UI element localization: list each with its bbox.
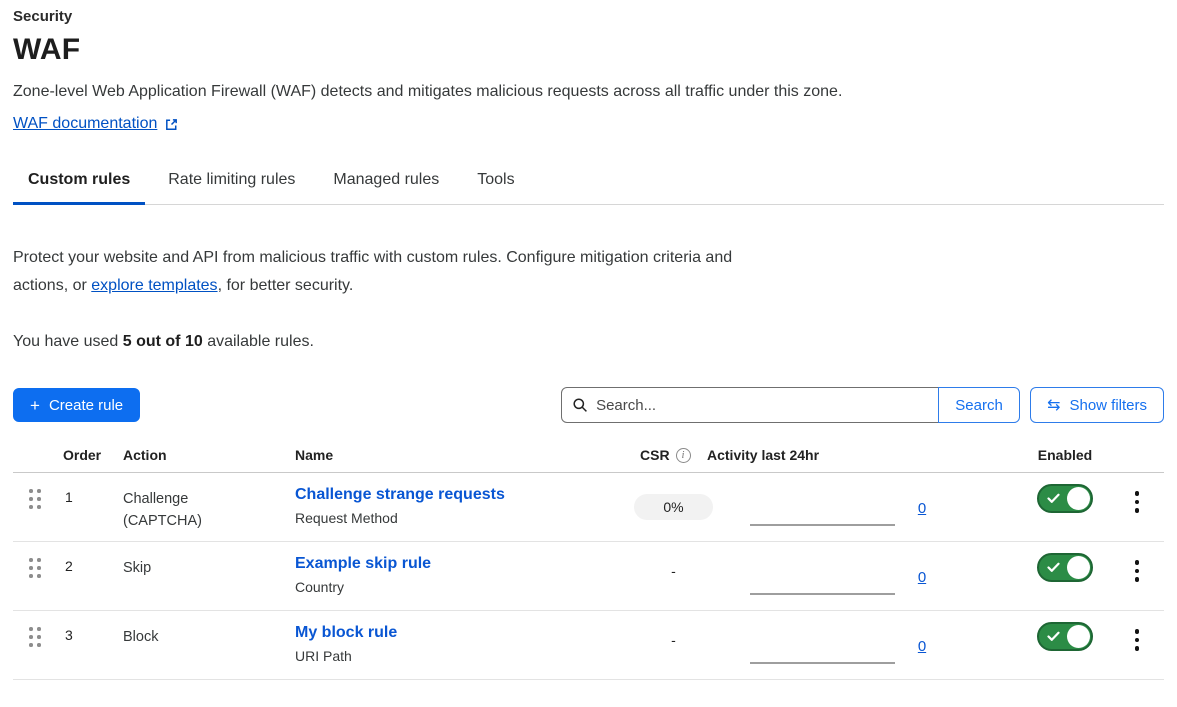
rule-order: 1 [63, 473, 123, 541]
plus-icon: + [30, 397, 40, 414]
rule-row: 1 Challenge (CAPTCHA) Challenge strange … [13, 473, 1164, 542]
external-link-icon [164, 117, 179, 132]
toggle-knob [1067, 625, 1090, 648]
kebab-icon [1135, 560, 1140, 565]
breadcrumb-security: Security [13, 8, 1164, 25]
rule-row: 3 Block My block rule URI Path - 0 [13, 611, 1164, 680]
column-header-action: Action [123, 447, 295, 463]
search-input[interactable] [596, 397, 928, 414]
tab-bar: Custom rules Rate limiting rules Managed… [13, 163, 1164, 205]
activity-count-link[interactable]: 0 [918, 638, 926, 655]
rule-action: Skip [123, 542, 233, 610]
page-title: WAF [13, 33, 1164, 67]
check-icon [1047, 493, 1060, 504]
custom-rules-intro: Protect your website and API from malici… [13, 244, 755, 300]
rule-field: Country [295, 579, 625, 595]
info-icon[interactable]: i [676, 448, 691, 463]
row-actions-button[interactable] [1129, 556, 1146, 610]
toggle-knob [1067, 487, 1090, 510]
waf-documentation-link[interactable]: WAF documentation [13, 115, 157, 133]
row-actions-button[interactable] [1129, 487, 1146, 541]
activity-sparkline [750, 524, 895, 526]
kebab-icon [1135, 491, 1140, 496]
row-actions-button[interactable] [1129, 625, 1146, 679]
explore-templates-link[interactable]: explore templates [91, 277, 217, 294]
activity-count-link[interactable]: 0 [918, 569, 926, 586]
table-header-row: Order Action Name CSR i Activity last 24… [13, 447, 1164, 473]
csr-value: 0% [634, 494, 713, 520]
rule-order: 3 [63, 611, 123, 679]
search-icon [572, 397, 588, 413]
swap-arrows-icon: ⇆ [1047, 397, 1060, 413]
table-body: 1 Challenge (CAPTCHA) Challenge strange … [13, 473, 1164, 680]
csr-value: - [671, 632, 676, 648]
waf-page: Security WAF Zone-level Web Application … [0, 0, 1177, 680]
rule-name-link[interactable]: Example skip rule [295, 555, 431, 573]
page-description: Zone-level Web Application Firewall (WAF… [13, 83, 1164, 101]
rule-field: Request Method [295, 510, 625, 526]
column-header-order: Order [63, 447, 123, 463]
intro-text-after: , for better security. [218, 277, 354, 294]
rule-action: Challenge (CAPTCHA) [123, 473, 233, 541]
rule-order: 2 [63, 542, 123, 610]
activity-count-link[interactable]: 0 [918, 500, 926, 517]
column-header-enabled: Enabled [1020, 447, 1110, 463]
check-icon [1047, 562, 1060, 573]
activity-sparkline [750, 593, 895, 595]
rule-name-link[interactable]: My block rule [295, 624, 397, 642]
drag-handle-icon[interactable] [29, 627, 41, 647]
tab-rate-limiting-rules[interactable]: Rate limiting rules [153, 163, 310, 205]
kebab-icon [1135, 629, 1140, 634]
rules-table: Order Action Name CSR i Activity last 24… [13, 447, 1164, 680]
rules-toolbar: + Create rule Search ⇆ Show filters [13, 387, 1164, 423]
check-icon [1047, 631, 1060, 642]
enabled-toggle[interactable] [1037, 622, 1093, 651]
show-filters-button[interactable]: ⇆ Show filters [1030, 387, 1164, 423]
search-box [561, 387, 939, 423]
toggle-knob [1067, 556, 1090, 579]
search-button[interactable]: Search [938, 387, 1020, 423]
rules-usage-text: You have used 5 out of 10 available rule… [13, 333, 1164, 351]
tab-managed-rules[interactable]: Managed rules [318, 163, 454, 205]
rule-field: URI Path [295, 648, 625, 664]
enabled-toggle[interactable] [1037, 484, 1093, 513]
activity-sparkline [750, 662, 895, 664]
search-group: Search ⇆ Show filters [561, 387, 1164, 423]
enabled-toggle[interactable] [1037, 553, 1093, 582]
create-rule-button[interactable]: + Create rule [13, 388, 140, 422]
rules-usage-count: 5 out of 10 [123, 333, 203, 350]
drag-handle-icon[interactable] [29, 558, 41, 578]
column-header-activity: Activity last 24hr [707, 447, 907, 463]
rule-action: Block [123, 611, 233, 679]
rule-name-link[interactable]: Challenge strange requests [295, 486, 505, 504]
drag-handle-icon[interactable] [29, 489, 41, 509]
column-header-name: Name [295, 447, 625, 463]
rule-row: 2 Skip Example skip rule Country - 0 [13, 542, 1164, 611]
csr-value: - [671, 563, 676, 579]
doc-link-row: WAF documentation [13, 115, 1164, 133]
tab-custom-rules[interactable]: Custom rules [13, 163, 145, 205]
tab-tools[interactable]: Tools [462, 163, 529, 205]
